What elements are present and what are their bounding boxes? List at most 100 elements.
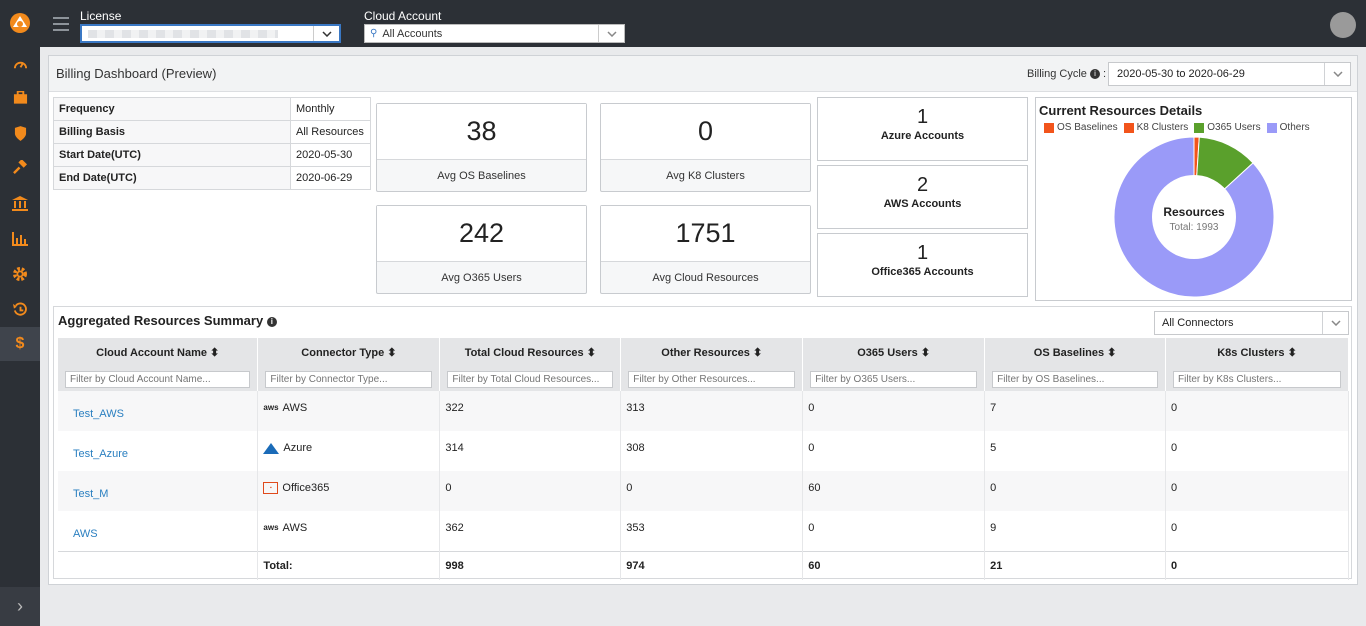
connector-filter-select[interactable]: All Connectors xyxy=(1154,311,1349,335)
card-value: 1751 xyxy=(601,206,810,262)
bar-chart-icon[interactable] xyxy=(0,222,40,256)
table-cell: 0 xyxy=(1165,511,1349,551)
sort-icon[interactable]: ⬍ xyxy=(921,347,930,359)
cloud-account-select[interactable]: ⚲ All Accounts xyxy=(364,24,625,43)
column-header-os[interactable]: OS Baselines ⬍ xyxy=(984,338,1167,367)
cell-value: 0 xyxy=(1171,402,1178,414)
card-value: 2 xyxy=(916,174,929,196)
chevron-down-icon[interactable] xyxy=(598,25,624,42)
card-value: 242 xyxy=(377,206,586,262)
connector-label: AWS xyxy=(282,402,308,414)
info-icon[interactable]: i xyxy=(266,317,277,327)
legend-item[interactable]: Others xyxy=(1266,122,1310,133)
total-cell: 998 xyxy=(439,550,622,580)
app-logo-icon[interactable] xyxy=(8,10,32,34)
gavel-icon[interactable] xyxy=(0,150,40,184)
filter-k8s-input[interactable] xyxy=(1173,370,1341,388)
connector-label: Office365 xyxy=(282,482,330,494)
sort-icon[interactable]: ⬍ xyxy=(387,347,396,359)
sort-icon[interactable]: ⬍ xyxy=(587,347,596,359)
account-link[interactable]: Test_AWS xyxy=(58,391,259,431)
filter-connector-input[interactable] xyxy=(265,370,433,388)
billing-cycle-select[interactable]: 2020-05-30 to 2020-06-29 xyxy=(1108,62,1351,86)
filter-total-input[interactable] xyxy=(447,370,614,388)
info-key: End Date(UTC) xyxy=(53,166,291,190)
sort-icon[interactable]: ⬍ xyxy=(1107,347,1116,359)
column-header-k8s[interactable]: K8s Clusters ⬍ xyxy=(1165,338,1349,367)
sort-icon[interactable]: ⬍ xyxy=(1288,347,1297,359)
account-link[interactable]: AWS xyxy=(58,511,259,551)
cell-value: 0 xyxy=(1171,482,1178,494)
card-label: Avg OS Baselines xyxy=(437,169,526,182)
table-row: Test_Azure Azure 314 308 0 5 0 xyxy=(58,431,1349,471)
info-row: Frequency Monthly xyxy=(53,97,371,121)
filter-cell xyxy=(984,367,1167,391)
total-cell: 21 xyxy=(984,550,1167,580)
cell-value: 362 xyxy=(445,521,464,534)
license-select[interactable] xyxy=(80,24,341,43)
filter-cell xyxy=(1165,367,1349,391)
legend-label: OS Baselines xyxy=(1057,122,1118,133)
hamburger-menu-icon[interactable] xyxy=(53,17,69,31)
table-cell: 313 xyxy=(620,391,804,431)
chevron-down-icon[interactable] xyxy=(313,26,339,41)
card-value: 1 xyxy=(916,242,929,264)
table-cell: 308 xyxy=(620,431,804,471)
filter-account-input[interactable] xyxy=(65,370,251,388)
info-icon[interactable]: i xyxy=(1089,69,1100,79)
connector-cell: ▪ Office365 xyxy=(257,471,441,511)
account-link[interactable]: Test_M xyxy=(58,471,259,511)
filter-cell xyxy=(802,367,986,391)
chart-legend: OS Baselines K8 Clusters O365 Users Others xyxy=(1044,122,1310,133)
connector-cell: aws AWS xyxy=(257,391,441,431)
total-cell: 0 xyxy=(1165,550,1349,580)
table-cell: 0 xyxy=(620,471,804,511)
history-icon[interactable] xyxy=(0,292,40,326)
cell-value: 0 xyxy=(808,521,815,534)
connector-cell: aws AWS xyxy=(257,511,441,551)
filter-other-input[interactable] xyxy=(628,370,796,388)
legend-swatch xyxy=(1123,122,1134,133)
table-cell: 0 xyxy=(802,431,986,471)
column-header-other[interactable]: Other Resources ⬍ xyxy=(620,338,804,367)
column-header-total[interactable]: Total Cloud Resources ⬍ xyxy=(439,338,622,367)
column-label: O365 Users xyxy=(857,347,918,359)
hierarchy-icon: ⚲ xyxy=(370,28,378,39)
bank-icon[interactable] xyxy=(0,186,40,220)
column-header-o365[interactable]: O365 Users ⬍ xyxy=(802,338,986,367)
dashboard-icon[interactable] xyxy=(0,47,40,81)
cell-value: 7 xyxy=(990,402,997,414)
card-label: Office365 Accounts xyxy=(871,266,974,278)
shield-icon[interactable] xyxy=(0,116,40,150)
cell-value: 0 xyxy=(808,442,815,454)
azure-accounts-card: 1 Azure Accounts xyxy=(817,97,1028,161)
column-label: Cloud Account Name xyxy=(96,347,207,359)
account-link[interactable]: Test_Azure xyxy=(58,431,259,471)
office365-accounts-card: 1 Office365 Accounts xyxy=(817,233,1028,297)
card-label: AWS Accounts xyxy=(883,198,962,210)
dollar-icon[interactable]: $ xyxy=(0,327,40,361)
filter-os-input[interactable] xyxy=(992,370,1159,388)
briefcase-icon[interactable] xyxy=(0,81,40,115)
legend-item[interactable]: O365 Users xyxy=(1194,122,1261,133)
card-value: 38 xyxy=(377,104,586,160)
filter-cell xyxy=(58,367,259,391)
chevron-down-icon[interactable] xyxy=(1324,63,1350,85)
legend-item[interactable]: K8 Clusters xyxy=(1123,122,1189,133)
table-cell: 9 xyxy=(984,511,1167,551)
chevron-down-icon[interactable] xyxy=(1322,312,1348,334)
sort-icon[interactable]: ⬍ xyxy=(753,347,762,359)
column-header-account[interactable]: Cloud Account Name ⬍ xyxy=(58,338,259,367)
filter-o365-input[interactable] xyxy=(810,370,978,388)
table-cell: 0 xyxy=(439,471,622,511)
legend-label: K8 Clusters xyxy=(1136,122,1189,133)
chevron-right-icon[interactable]: › xyxy=(0,587,40,626)
dashboard-header: Billing Dashboard (Preview) Billing Cycl… xyxy=(49,56,1357,92)
cell-value: 313 xyxy=(626,402,645,414)
column-header-connector[interactable]: Connector Type ⬍ xyxy=(257,338,441,367)
legend-item[interactable]: OS Baselines xyxy=(1044,122,1118,133)
sort-icon[interactable]: ⬍ xyxy=(210,347,219,359)
table-cell: 0 xyxy=(1165,471,1349,511)
avatar[interactable] xyxy=(1330,12,1356,38)
gear-icon[interactable] xyxy=(0,257,40,291)
